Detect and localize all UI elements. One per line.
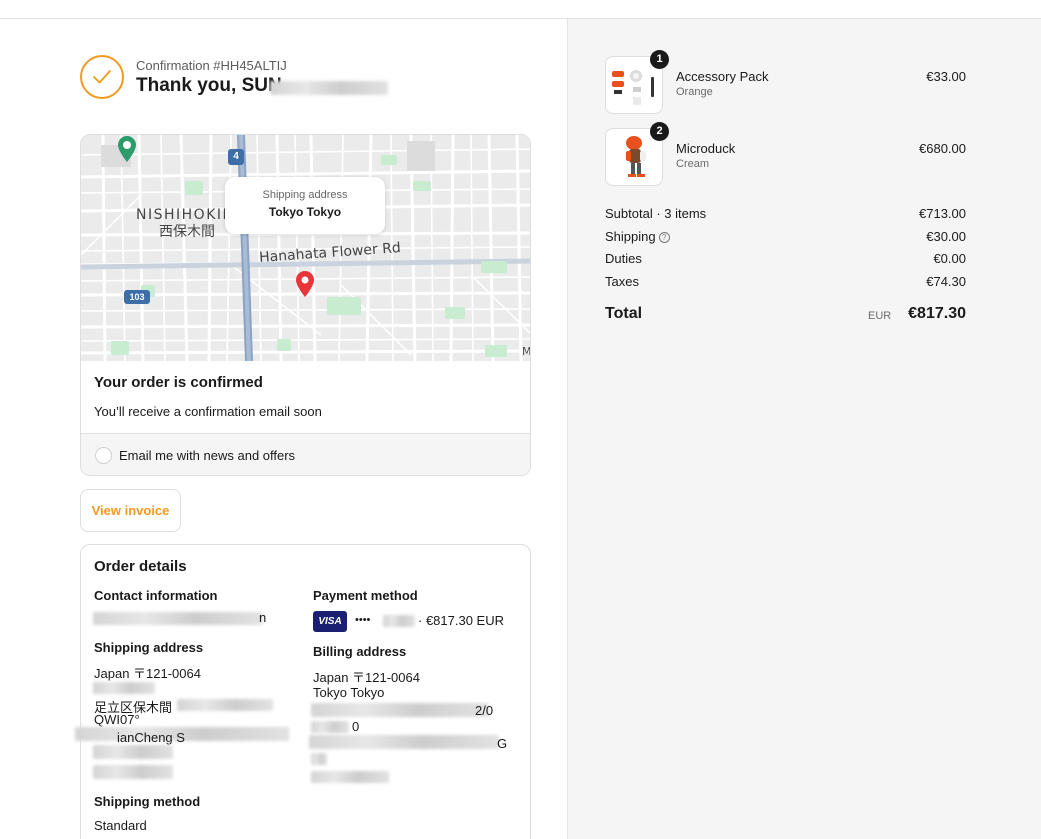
district-label-jp: 西保木間	[159, 224, 215, 240]
bubble-value: Tokyo Tokyo	[268, 205, 342, 219]
confirmation-number: Confirmation #HH45ALTIJ	[136, 58, 287, 73]
redacted-shipping-1	[93, 682, 155, 694]
billing-address-line1: Japan 〒121-0064	[313, 670, 420, 685]
shipping-address-partial-c: ianCheng S	[117, 730, 185, 745]
order-details-card: Order details Contact information n Paym…	[75, 544, 531, 839]
shipping-map[interactable]: 4 103 NISHIHOKIN 西保木間 Hanahata Flower Rd…	[81, 135, 531, 361]
subtotal-label: Subtotal · 3 items	[605, 206, 707, 221]
view-invoice-button[interactable]: View invoice	[80, 489, 181, 532]
billing-address-partial-b: G	[497, 736, 508, 751]
order-confirmed-title: Your order is confirmed	[94, 374, 263, 391]
redacted-name	[270, 81, 388, 95]
billing-address-heading: Billing address	[313, 644, 407, 659]
redacted-card-digits	[383, 615, 415, 627]
card-dots: ••••	[355, 614, 371, 626]
line-item-1-price: €33.00	[926, 69, 966, 84]
shipping-address-line1: Japan 〒121-0064	[94, 666, 201, 681]
payment-amount: · €817.30 EUR	[418, 613, 504, 628]
line-item-1-name: Accessory Pack	[676, 69, 769, 84]
main-column: Confirmation #HH45ALTIJ Thank you, SUN 4…	[0, 19, 567, 839]
redacted-billing-4	[311, 753, 327, 765]
redacted-billing-2	[311, 721, 349, 733]
order-summary-panel: 1 Accessory Pack Orange €33.00 2 Microdu…	[567, 19, 1041, 839]
redacted-shipping-2	[177, 699, 273, 711]
shipping-value: €30.00	[926, 229, 966, 244]
subtotal-value: €713.00	[919, 206, 966, 221]
billing-address-partial-a: 0	[352, 719, 360, 734]
line-item-1-variant: Orange	[676, 86, 713, 98]
taxes-label: Taxes	[605, 274, 639, 289]
checkmark-icon	[80, 55, 124, 99]
contact-suffix: n	[259, 610, 267, 625]
route-103-shield: 103	[124, 290, 150, 304]
line-item-2-thumbnail: 2	[605, 122, 669, 186]
line-item-1-quantity-badge: 1	[650, 50, 669, 69]
newsletter-checkbox[interactable]	[95, 447, 112, 464]
redacted-billing-1	[311, 703, 489, 717]
shipping-method-value: Standard	[94, 818, 147, 833]
newsletter-row[interactable]: Email me with news and offers	[81, 433, 530, 475]
total-value: €817.30	[908, 305, 966, 322]
map-attribution-letter: M	[522, 345, 531, 358]
shipping-address-bubble: Shipping address Tokyo Tokyo	[225, 177, 385, 234]
billing-address-line2: Tokyo Tokyo	[313, 685, 385, 700]
newsletter-label[interactable]: Email me with news and offers	[119, 448, 295, 463]
line-item-2-name: Microduck	[676, 141, 736, 156]
order-status-card: 4 103 NISHIHOKIN 西保木間 Hanahata Flower Rd…	[80, 134, 531, 476]
shipping-address-heading: Shipping address	[94, 640, 204, 655]
redacted-billing-5	[311, 771, 389, 783]
duties-label: Duties	[605, 251, 642, 266]
thank-you-heading: Thank you, SUN	[136, 75, 282, 96]
line-item-2-variant: Cream	[676, 158, 710, 170]
visa-card-icon: VISA	[313, 611, 347, 632]
shipping-label: Shipping?	[605, 229, 670, 244]
redacted-shipping-5	[93, 765, 173, 779]
route-4-shield: 4	[228, 149, 244, 165]
duties-value: €0.00	[933, 251, 966, 266]
line-item-1-thumbnail: 1	[605, 50, 669, 114]
redacted-shipping-4	[93, 745, 173, 759]
bubble-label: Shipping address	[262, 189, 348, 201]
payment-heading: Payment method	[313, 588, 418, 603]
total-label: Total	[605, 305, 643, 322]
billing-address-partial-c: 2/0	[475, 703, 494, 718]
redacted-contact	[93, 612, 263, 625]
order-confirmed-subtitle: You’ll receive a confirmation email soon	[94, 404, 322, 419]
shipping-address-partial-b: QWI07°	[94, 712, 140, 727]
redacted-billing-3	[309, 735, 499, 749]
line-item-2-price: €680.00	[919, 141, 966, 156]
line-item-2-quantity-badge: 2	[650, 122, 669, 141]
help-icon[interactable]: ?	[658, 232, 670, 243]
order-details-title: Order details	[94, 558, 187, 575]
contact-heading: Contact information	[94, 588, 218, 603]
taxes-value: €74.30	[926, 274, 966, 289]
shipping-method-heading: Shipping method	[94, 794, 201, 809]
